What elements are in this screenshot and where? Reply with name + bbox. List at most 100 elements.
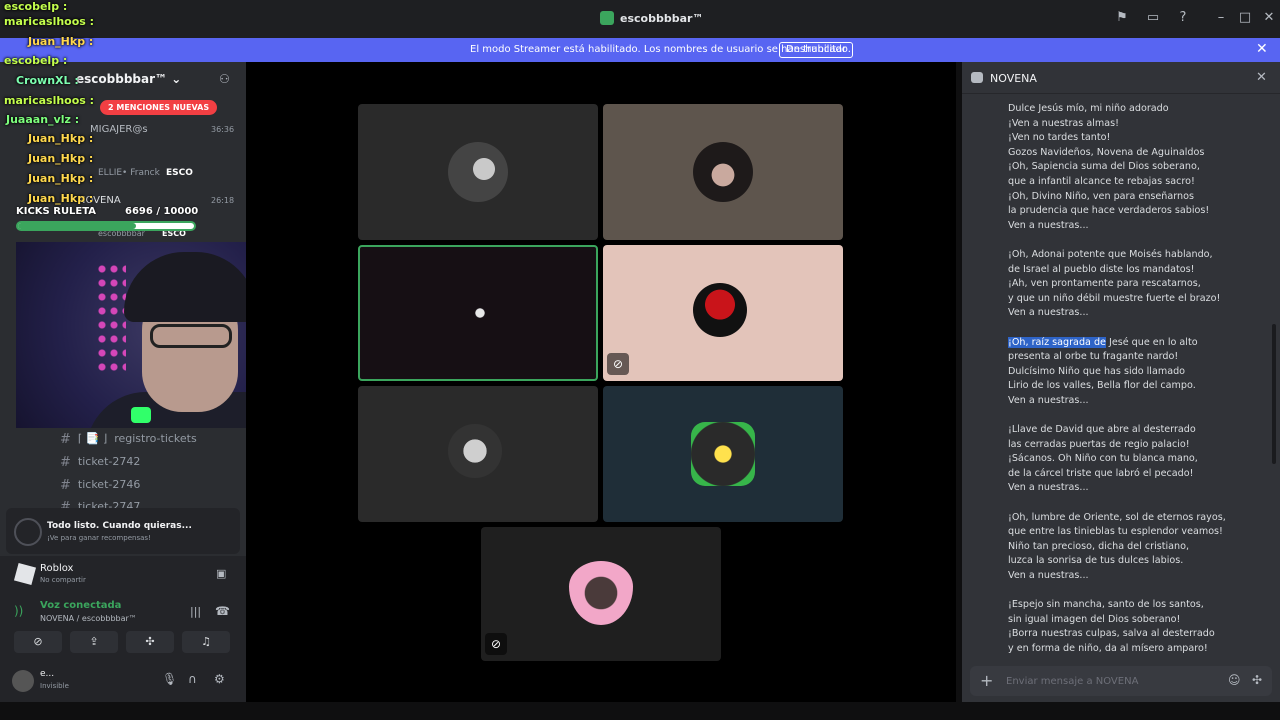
- share-screen-button[interactable]: ⇪: [70, 631, 118, 653]
- disconnect-icon[interactable]: ☎: [215, 604, 230, 618]
- channel-registro-tickets[interactable]: # ⌈ 📑 ⌋ registro-tickets: [60, 432, 197, 447]
- participant-avatar: [693, 283, 747, 337]
- poem-line: Dulcísimo Niño que has sido llamado: [1008, 365, 1186, 377]
- add-attachment-icon[interactable]: +: [980, 671, 993, 690]
- hash-icon: #: [60, 432, 71, 447]
- poem-line: Ven a nuestras...: [1008, 307, 1089, 319]
- kicks-progress-fill: [18, 223, 136, 229]
- poem-line: ¡Ven no tardes tanto!: [1008, 132, 1111, 144]
- streamer-mode-banner: El modo Streamer está habilitado. Los no…: [0, 38, 1280, 62]
- webcam-beanie: [124, 252, 256, 322]
- avatar[interactable]: [12, 670, 34, 692]
- voice-user[interactable]: ELLIE• Franck: [98, 168, 160, 178]
- chat-user: maricaslhoos :: [4, 15, 95, 28]
- poem-line: que entre las tinieblas tu esplendor vea…: [1008, 526, 1223, 538]
- chat-message: Dulce Jesús mío, mi niño adorado ¡Ven a …: [1008, 102, 1258, 671]
- channel-name: ticket-2746: [77, 478, 141, 491]
- poem-stanza: ¡Espejo sin mancha, santo de los santos,…: [1008, 598, 1258, 656]
- window-title: escobbbbar™: [600, 11, 703, 25]
- message-input[interactable]: [1006, 672, 1206, 690]
- microphone-icon[interactable]: 🎙: [162, 672, 177, 686]
- window-close-icon[interactable]: ✕: [1261, 10, 1277, 26]
- poem-line: ¡Llave de David que abre al desterrado: [1008, 424, 1196, 436]
- participant-tile[interactable]: [358, 386, 598, 522]
- chat-user: CrownXL :: [16, 74, 79, 87]
- maximize-icon[interactable]: □: [1237, 10, 1253, 26]
- poem-line: de la cárcel triste que labró el pecado!: [1008, 467, 1194, 479]
- muted-mic-icon: ⊘: [485, 633, 507, 655]
- voice-status: Voz conectada: [40, 600, 122, 611]
- chat-scrollbar[interactable]: [1272, 324, 1276, 464]
- voice-user-tag: ESCO: [166, 168, 193, 178]
- poem-line: Ven a nuestras...: [1008, 219, 1089, 231]
- participant-tile[interactable]: ⊘: [603, 245, 843, 381]
- window-title-text: escobbbbar™: [620, 11, 704, 25]
- minimize-icon[interactable]: –: [1213, 10, 1229, 26]
- participant-avatar: [569, 561, 633, 625]
- activity-subtitle: ¡Ve para ganar recompensas!: [47, 534, 151, 542]
- inbox-icon[interactable]: ▭: [1145, 10, 1161, 26]
- voice-user-time: 26:18: [211, 196, 235, 205]
- participant-avatar: [691, 422, 755, 486]
- poem-line: ¡Borra nuestras culpas, salva al desterr…: [1008, 628, 1215, 640]
- kicks-progress-bar: [16, 221, 196, 231]
- chat-user: Juan_Hkp :: [28, 35, 94, 48]
- settings-gear-icon[interactable]: ⚙: [214, 672, 225, 686]
- participant-avatar: [693, 142, 753, 202]
- voice-location[interactable]: NOVENA / escobbbbar™: [40, 614, 137, 623]
- poem-line-highlighted: ¡Oh, raíz sagrada de Jesé que en lo alto: [1008, 336, 1258, 351]
- banner-close-icon[interactable]: ✕: [1256, 41, 1268, 57]
- help-icon[interactable]: ?: [1175, 10, 1191, 26]
- flag-icon[interactable]: ⚑: [1114, 10, 1130, 26]
- chat-title: NOVENA: [990, 72, 1037, 85]
- poem-line: ¡Oh, Divino Niño, ven para enseñarnos: [1008, 190, 1194, 202]
- participant-tile[interactable]: [358, 104, 598, 240]
- poem-line: Ven a nuestras...: [1008, 394, 1089, 406]
- poem-line: Dulce Jesús mío, mi niño adorado: [1008, 103, 1169, 114]
- server-name[interactable]: escobbbbar™ ⌄: [76, 72, 181, 86]
- soundboard-icon[interactable]: |||: [190, 605, 201, 618]
- chat-user: Juan_Hkp :: [28, 172, 94, 185]
- progress-ring-icon: [14, 518, 42, 546]
- activities-button[interactable]: ✣: [126, 631, 174, 653]
- chat-user: escobelp :: [4, 0, 68, 13]
- participant-tile[interactable]: [603, 104, 843, 240]
- webcam-green-light: [131, 407, 151, 423]
- user-name: e...: [40, 669, 55, 679]
- poem-line: ¡Espejo sin mancha, santo de los santos,: [1008, 599, 1204, 611]
- participant-tile-speaking[interactable]: [358, 245, 598, 381]
- poem-line: Gozos Navideños, Novena de Aguinaldos: [1008, 146, 1205, 158]
- camera-off-button[interactable]: ⊘: [14, 631, 62, 653]
- disable-streamer-button[interactable]: Deshabilitar: [779, 42, 854, 58]
- mentions-pill[interactable]: 2 MENCIONES NUEVAS: [100, 100, 218, 115]
- chat-user: escobelp :: [4, 54, 68, 67]
- screen-share-icon[interactable]: ▣: [216, 567, 226, 580]
- poem-line: y en forma de niño, da al mísero amparo!: [1008, 642, 1208, 654]
- channel-ticket-2742[interactable]: # ticket-2742: [60, 455, 140, 470]
- channel-name: registro-tickets: [114, 432, 197, 445]
- participant-tile[interactable]: ⊘: [481, 527, 721, 661]
- user-panel: e... Invisible 🎙 ∩ ⚙: [0, 660, 246, 702]
- user-status: Invisible: [40, 682, 69, 690]
- poem-line: luzca la sonrisa de tus dulces labios.: [1008, 555, 1184, 567]
- participant-avatar: [450, 283, 510, 343]
- soundboard-button[interactable]: ♫: [182, 631, 230, 653]
- participant-avatar: [448, 424, 502, 478]
- poem-line: Ven a nuestras...: [1008, 482, 1089, 494]
- emoji-icon[interactable]: ☺: [1228, 673, 1241, 687]
- signal-icon: )): [14, 604, 24, 618]
- headphones-icon[interactable]: ∩: [188, 672, 197, 686]
- roblox-icon: [13, 562, 37, 586]
- add-user-icon[interactable]: ⚇: [219, 72, 230, 86]
- apps-icon[interactable]: ✣: [1252, 673, 1262, 687]
- participant-tile[interactable]: [603, 386, 843, 522]
- game-activity: Roblox No compartir ▣: [0, 556, 246, 596]
- channel-name: ticket-2742: [77, 455, 141, 468]
- chat-close-icon[interactable]: ✕: [1256, 70, 1267, 85]
- channel-ticket-2746[interactable]: # ticket-2746: [60, 478, 140, 493]
- poem-stanza: ¡Oh, Adonai potente que Moisés hablando,…: [1008, 248, 1258, 321]
- voice-user[interactable]: MIGAJER@s: [90, 124, 148, 135]
- activity-panel[interactable]: Todo listo. Cuando quieras... ¡Ve para g…: [6, 508, 240, 554]
- poem-line-rest: Jesé que en lo alto: [1105, 336, 1198, 348]
- chat-user: Juaaan_vlz :: [6, 113, 80, 126]
